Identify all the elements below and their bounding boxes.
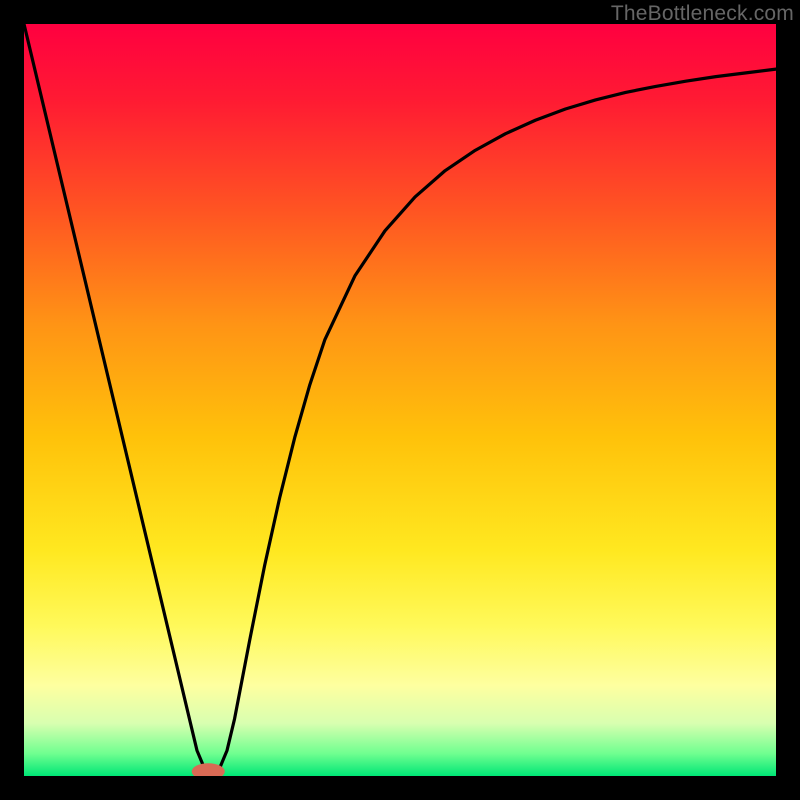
chart-svg — [24, 24, 776, 776]
chart-frame — [24, 24, 776, 776]
gradient-background — [24, 24, 776, 776]
watermark-text: TheBottleneck.com — [611, 2, 794, 26]
